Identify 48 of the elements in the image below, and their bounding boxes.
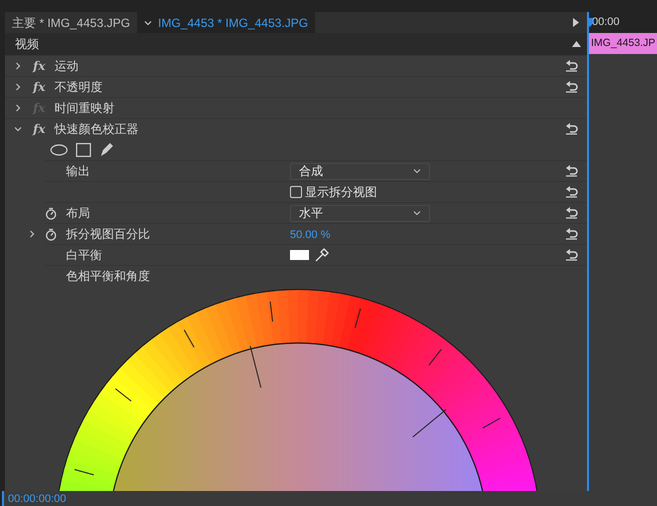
property-label: 拆分视图百分比 [66, 227, 150, 241]
rectangle-mask-icon[interactable] [76, 142, 91, 156]
fx-icon[interactable]: fx [33, 78, 46, 96]
reset-icon[interactable] [565, 228, 579, 240]
fx-icon[interactable]: fx [33, 57, 46, 75]
ellipse-mask-icon[interactable] [50, 144, 68, 156]
property-label: 白平衡 [66, 248, 102, 262]
panel-tab[interactable]: 主要 * IMG_4453.JPG [5, 12, 138, 33]
timeline-clip[interactable]: IMG_4453.JP [589, 33, 657, 54]
checkbox[interactable] [290, 186, 302, 198]
property-label: 输出 [66, 164, 90, 178]
effect-name: 不透明度 [54, 79, 104, 96]
dropdown[interactable]: 水平 [290, 204, 430, 222]
property-label: 布局 [66, 206, 90, 220]
expand-chevron-icon[interactable] [14, 83, 22, 91]
reset-icon[interactable] [565, 123, 579, 135]
panel-tab[interactable]: IMG_4453 * IMG_4453.JPG [137, 12, 316, 33]
dropdown[interactable]: 合成 [290, 162, 430, 180]
play-triangle-icon[interactable] [573, 18, 579, 27]
pen-icon[interactable] [99, 142, 114, 157]
effect-name: 快速颜色校正器 [54, 121, 140, 138]
stopwatch-icon[interactable] [45, 206, 57, 220]
expand-chevron-icon[interactable] [14, 104, 22, 112]
eyedropper-icon[interactable] [315, 248, 329, 262]
value-field[interactable]: 50.00 % [290, 228, 330, 241]
effect-name: 运动 [54, 58, 80, 75]
collapse-triangle-icon[interactable] [572, 41, 581, 47]
section-header[interactable]: 视频 [5, 33, 587, 55]
collapse-chevron-icon[interactable] [14, 125, 22, 133]
caret-icon [413, 210, 421, 216]
reset-icon[interactable] [565, 165, 579, 177]
ruler-time: 00:00 [592, 15, 620, 30]
menu-chevron-icon[interactable] [144, 20, 152, 26]
reset-icon[interactable] [565, 207, 579, 219]
expand-chevron-icon[interactable] [14, 62, 22, 70]
effect-name: 时间重映射 [54, 100, 116, 117]
expand-chevron-icon[interactable] [28, 230, 36, 238]
reset-icon[interactable] [565, 186, 579, 198]
caret-icon [413, 168, 421, 174]
reset-icon[interactable] [565, 81, 579, 93]
reset-icon[interactable] [565, 60, 579, 72]
stopwatch-icon[interactable] [45, 228, 57, 240]
checkbox-label: 显示拆分视图 [305, 184, 377, 201]
timecode[interactable]: 00:00:00:00 [8, 491, 66, 506]
property-label: 色相平衡和角度 [66, 269, 150, 283]
reset-icon[interactable] [565, 249, 579, 261]
fx-icon[interactable]: fx [33, 120, 46, 138]
color-swatch[interactable] [290, 250, 309, 260]
